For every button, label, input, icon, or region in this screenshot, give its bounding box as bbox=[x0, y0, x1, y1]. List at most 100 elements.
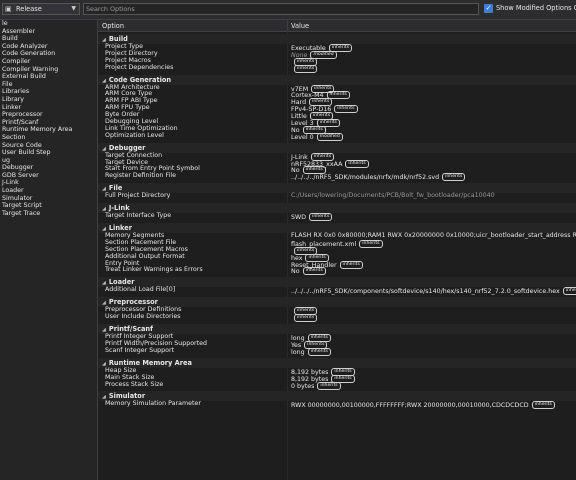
status-badge: inherits bbox=[307, 347, 331, 356]
category-item[interactable]: ug bbox=[0, 157, 97, 165]
collapse-triangle-icon[interactable]: ◢ bbox=[102, 361, 106, 367]
option-value-cell[interactable]: SWD inherits bbox=[291, 213, 333, 222]
option-value-cell[interactable]: inherits bbox=[291, 314, 318, 323]
option-value: long bbox=[291, 348, 305, 356]
option-row[interactable]: Register Definition File ../../../../nRF5… bbox=[98, 172, 576, 182]
section-header[interactable]: ◢ Runtime Memory Area bbox=[98, 357, 576, 368]
chevron-down-icon: ▼ bbox=[71, 5, 76, 12]
search-box[interactable] bbox=[83, 3, 479, 15]
option-value-cell[interactable]: C:/Users/lowering/Documents/PCB/Bolt_fw_… bbox=[291, 192, 495, 200]
category-item[interactable]: le bbox=[0, 20, 97, 28]
section-title: Loader bbox=[108, 278, 135, 287]
option-section: ◢ Simulator Memory Simulation Parameter RWX… bbox=[98, 391, 576, 410]
option-value-cell[interactable]: RWX 00000000,00100000,FFFFFFFF;RWX 20000… bbox=[291, 401, 555, 410]
category-item[interactable]: GDB Server bbox=[0, 172, 97, 180]
category-item[interactable]: Compiler Warning bbox=[0, 66, 97, 74]
category-item[interactable]: Target Trace bbox=[0, 210, 97, 218]
option-row[interactable]: Process Stack Size 0 bytes inherits bbox=[98, 380, 576, 391]
option-name: Memory Simulation Parameter bbox=[105, 400, 201, 408]
option-row[interactable]: Treat Linker Warnings as Errors No inherit… bbox=[98, 267, 576, 276]
status-badge: inherits bbox=[531, 401, 555, 410]
option-section: ◢ J-Link Target Interface Type SWD inherits bbox=[98, 203, 576, 222]
section-header[interactable]: ◢ Build bbox=[98, 34, 576, 44]
category-item[interactable]: Code Generation bbox=[0, 50, 97, 58]
option-row[interactable]: Memory Simulation Parameter RWX 00000000,… bbox=[98, 400, 576, 410]
option-value: 0 bytes bbox=[291, 382, 315, 390]
config-icon: ▣ bbox=[5, 5, 12, 13]
option-row[interactable]: Project Dependencies inherits bbox=[98, 64, 576, 74]
option-value: C:/Users/lowering/Documents/PCB/Bolt_fw_… bbox=[291, 192, 495, 200]
category-item[interactable]: Library bbox=[0, 96, 97, 104]
configuration-dropdown[interactable]: ▣ Release ▼ bbox=[2, 3, 80, 15]
category-item[interactable]: Preprocessor bbox=[0, 111, 97, 119]
option-row[interactable]: Link Time Optimization No inherits bbox=[98, 125, 576, 134]
option-row[interactable]: Project Type Executable inherits bbox=[98, 43, 576, 52]
category-item[interactable]: Simulator bbox=[0, 195, 97, 203]
option-row[interactable]: Main Stack Size 8,192 bytes inherits bbox=[98, 374, 576, 383]
category-item[interactable]: Section bbox=[0, 134, 97, 142]
section-title: J-Link bbox=[108, 204, 130, 213]
status-badge: inherits bbox=[294, 64, 318, 73]
status-badge: inherits bbox=[309, 213, 333, 222]
section-header[interactable]: ◢ Code Generation bbox=[98, 74, 576, 85]
category-item[interactable]: Compiler bbox=[0, 58, 97, 66]
category-item[interactable]: Linker bbox=[0, 104, 97, 112]
option-row[interactable]: Additional Output Format hex inherits bbox=[98, 253, 576, 262]
category-item[interactable]: J-Link bbox=[0, 179, 97, 187]
option-value: Level 0 bbox=[291, 133, 314, 141]
collapse-triangle-icon[interactable]: ◢ bbox=[102, 146, 106, 152]
section-title: Runtime Memory Area bbox=[108, 358, 192, 367]
option-name: Process Stack Size bbox=[105, 380, 164, 388]
column-divider[interactable] bbox=[287, 20, 288, 31]
option-row[interactable]: ARM FPU Type FPv4-SP-D16 inherits bbox=[98, 104, 576, 114]
option-name: Scanf Integer Support bbox=[105, 346, 175, 354]
option-row[interactable]: Optimization Level Level 0 modified bbox=[98, 132, 576, 142]
option-row[interactable]: Project Directory None modified bbox=[98, 50, 576, 59]
option-row[interactable]: ARM Core Type Cortex-M4 inherits bbox=[98, 91, 576, 100]
option-name: Register Definition File bbox=[105, 172, 176, 180]
value-column-header[interactable]: Value bbox=[291, 22, 309, 30]
category-item[interactable]: Printf/Scanf bbox=[0, 119, 97, 127]
search-input[interactable] bbox=[86, 4, 471, 14]
category-item[interactable]: Debugger bbox=[0, 164, 97, 172]
section-title: Simulator bbox=[108, 392, 146, 401]
category-item[interactable]: Runtime Memory Area bbox=[0, 126, 97, 134]
option-column-header[interactable]: Option bbox=[102, 22, 124, 30]
option-row[interactable]: User Include Directories inherits bbox=[98, 313, 576, 323]
checkbox-checked-icon[interactable]: ✓ bbox=[484, 4, 493, 13]
option-value-cell[interactable]: long inherits bbox=[291, 347, 331, 357]
option-row[interactable]: Additional Load File[0] ../../../../nRF5_… bbox=[98, 286, 576, 296]
category-item[interactable]: Source Code bbox=[0, 142, 97, 150]
status-badge: modified bbox=[316, 132, 343, 141]
category-item[interactable]: User Build Step bbox=[0, 149, 97, 157]
option-row[interactable]: ARM Architecture v7EM inherits bbox=[98, 84, 576, 93]
category-item[interactable]: File bbox=[0, 81, 97, 89]
option-value-cell[interactable]: 0 bytes inherits bbox=[291, 381, 341, 391]
category-item[interactable]: Code Analyzer bbox=[0, 43, 97, 51]
category-item[interactable]: Build bbox=[0, 35, 97, 43]
option-row[interactable]: ARM FP ABI Type Hard inherits bbox=[98, 97, 576, 107]
option-row[interactable]: Target Connection J-Link inherits bbox=[98, 152, 576, 161]
option-value: ../../../../nRF5_SDK/components/softdevi… bbox=[291, 288, 560, 296]
category-item[interactable]: External Build bbox=[0, 73, 97, 81]
option-row[interactable]: Scanf Integer Support long inherits bbox=[98, 346, 576, 357]
option-row[interactable]: Full Project Directory C:/Users/lowering/… bbox=[98, 192, 576, 200]
category-item[interactable]: Assembler bbox=[0, 28, 97, 36]
category-item[interactable]: Target Script bbox=[0, 202, 97, 210]
category-item[interactable]: Libraries bbox=[0, 88, 97, 96]
status-badge: inherits bbox=[562, 287, 576, 296]
option-row[interactable]: Heap Size 8,192 bytes inherits bbox=[98, 367, 576, 376]
option-value-cell[interactable]: ../../../../nRF5_SDK/modules/nrfx/mdk/nr… bbox=[291, 173, 466, 182]
option-value-cell[interactable]: FLASH RX 0x0 0x80000;RAM1 RWX 0x20000000… bbox=[291, 232, 576, 240]
collapse-triangle-icon[interactable]: ◢ bbox=[102, 78, 106, 84]
category-item[interactable]: Loader bbox=[0, 187, 97, 195]
section-header[interactable]: ◢ Debugger bbox=[98, 142, 576, 153]
option-value-cell[interactable]: inherits bbox=[291, 64, 318, 74]
option-row[interactable]: Target Interface Type SWD inherits bbox=[98, 212, 576, 222]
option-value-cell[interactable]: No inherits bbox=[291, 267, 326, 276]
option-value: SWD bbox=[291, 214, 307, 222]
option-section: ◢ Printf/Scanf Printf Integer Support long i… bbox=[98, 324, 576, 357]
option-value-cell[interactable]: ../../../../nRF5_SDK/components/softdevi… bbox=[291, 287, 576, 296]
option-row[interactable]: Byte Order Little inherits bbox=[98, 111, 576, 121]
option-value-cell[interactable]: Level 0 modified bbox=[291, 132, 343, 142]
